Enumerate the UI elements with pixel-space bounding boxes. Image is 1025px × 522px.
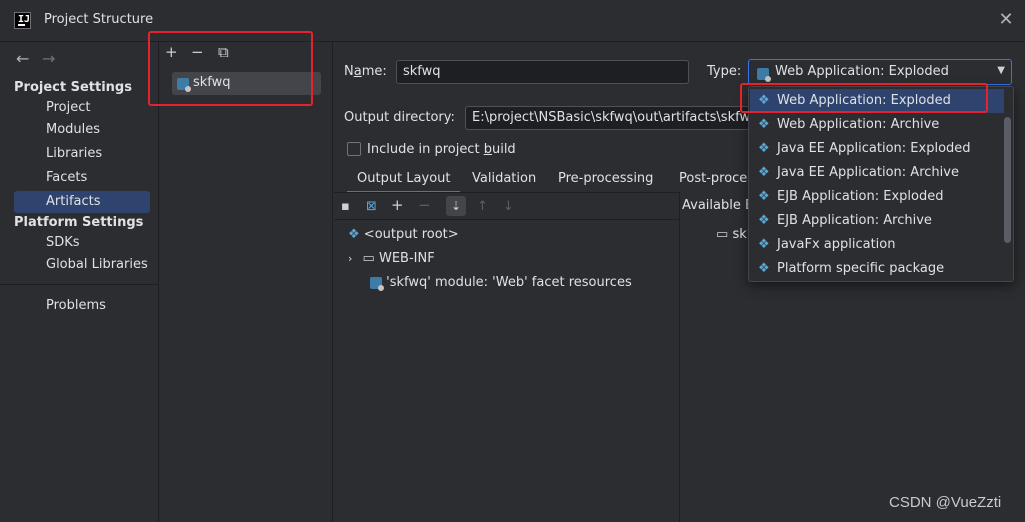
tab-validation[interactable]: Validation	[462, 165, 546, 193]
create-archive-icon[interactable]: ⊠	[366, 199, 377, 214]
tab-post-processing[interactable]: Post-proce	[669, 165, 757, 193]
tree-output-root[interactable]: ❖ <output root>	[348, 223, 459, 247]
diamond-icon: ❖	[348, 227, 360, 242]
web-module-icon: ❖	[758, 93, 770, 108]
nav-item-project[interactable]: Project	[14, 97, 150, 119]
folder-icon: ▭	[716, 227, 729, 242]
intellij-app-icon: IJ	[14, 12, 31, 29]
project-settings-header: Project Settings	[14, 80, 132, 95]
artifact-name: skfwq	[193, 75, 231, 90]
output-directory-label: Output directory:	[344, 110, 455, 125]
nav-item-sdks[interactable]: SDKs	[14, 232, 150, 254]
window-title: Project Structure	[44, 12, 154, 27]
title-bar: IJ Project Structure ✕	[0, 0, 1025, 42]
web-module-icon	[757, 66, 771, 82]
module-icon	[370, 276, 384, 291]
tree-facet-resources[interactable]: 'skfwq' module: 'Web' facet resources	[370, 271, 632, 295]
output-layout-toolbar: ▪ ⊠ + − ⇣ ↑ ↓	[334, 192, 679, 220]
artifact-list-item[interactable]: skfwq	[172, 72, 321, 95]
dropdown-option-web-exploded[interactable]: ❖ Web Application: Exploded	[750, 89, 1004, 113]
dropdown-option-ejb-archive[interactable]: ❖ EJB Application: Archive	[750, 209, 1004, 233]
new-directory-icon[interactable]: ▪	[341, 199, 350, 214]
nav-item-modules[interactable]: Modules	[14, 119, 150, 141]
dropdown-option-javaee-exploded[interactable]: ❖ Java EE Application: Exploded	[750, 137, 1004, 161]
type-select-value: Web Application: Exploded	[775, 64, 949, 79]
settings-nav: ← → Project Settings Project Modules Lib…	[0, 42, 159, 522]
add-artifact-icon[interactable]: +	[165, 43, 178, 61]
copy-artifact-icon[interactable]: ⧉	[218, 43, 229, 61]
layout-splitter[interactable]	[679, 192, 680, 522]
nav-item-facets[interactable]: Facets	[14, 167, 150, 189]
output-directory-input[interactable]: E:\project\NSBasic\skfwq\out\artifacts\s…	[465, 106, 750, 130]
watermark: CSDN @VueZzti	[889, 494, 1002, 511]
move-down-icon[interactable]: ↓	[503, 199, 514, 214]
platform-settings-header: Platform Settings	[14, 215, 144, 230]
add-copy-icon[interactable]: +	[391, 196, 404, 214]
move-up-icon[interactable]: ↑	[477, 199, 488, 214]
close-icon[interactable]: ✕	[996, 10, 1016, 30]
tab-pre-processing[interactable]: Pre-processing	[548, 165, 663, 193]
web-module-icon: ❖	[758, 117, 770, 132]
dropdown-scrollbar[interactable]	[1004, 117, 1011, 243]
javaee-icon: ❖	[758, 165, 770, 180]
diamond-icon: ❖	[758, 237, 770, 252]
ejb-icon: ❖	[758, 213, 770, 228]
dropdown-option-platform-package[interactable]: ❖ Platform specific package	[750, 257, 1004, 281]
name-input[interactable]: skfwq	[396, 60, 689, 84]
nav-item-problems[interactable]: Problems	[14, 295, 150, 317]
type-label: Type:	[707, 64, 742, 79]
diamond-icon: ❖	[758, 261, 770, 276]
nav-item-libraries[interactable]: Libraries	[14, 143, 150, 165]
nav-item-artifacts[interactable]: Artifacts	[14, 191, 150, 213]
dropdown-option-javaee-archive[interactable]: ❖ Java EE Application: Archive	[750, 161, 1004, 185]
back-arrow-icon[interactable]: ←	[16, 49, 29, 68]
include-in-build-label: Include in project build	[367, 142, 516, 157]
nav-item-global-libraries[interactable]: Global Libraries	[14, 254, 150, 276]
remove-artifact-icon[interactable]: −	[191, 43, 204, 61]
chevron-down-icon: ▼	[997, 65, 1005, 76]
tree-web-inf[interactable]: › ▭ WEB-INF	[348, 247, 435, 271]
forward-arrow-icon[interactable]: →	[42, 49, 55, 68]
artifact-list-panel: + − ⧉ skfwq	[160, 42, 333, 522]
folder-icon: ▭	[362, 251, 375, 266]
web-module-icon	[177, 76, 191, 92]
dropdown-option-web-archive[interactable]: ❖ Web Application: Archive	[750, 113, 1004, 137]
available-elements-label: Available E	[682, 198, 754, 213]
type-dropdown-popup: ❖ Web Application: Exploded ❖ Web Applic…	[748, 86, 1014, 282]
tab-output-layout[interactable]: Output Layout	[347, 165, 461, 193]
name-label: Name:	[344, 64, 387, 79]
available-item[interactable]: ▭ sk	[716, 223, 747, 247]
javaee-icon: ❖	[758, 141, 770, 156]
include-in-build-checkbox[interactable]	[347, 142, 361, 156]
chevron-right-icon[interactable]: ›	[348, 252, 352, 265]
remove-element-icon[interactable]: −	[418, 196, 431, 214]
nav-divider	[0, 284, 158, 285]
ejb-icon: ❖	[758, 189, 770, 204]
sort-icon[interactable]: ⇣	[446, 196, 466, 216]
type-select[interactable]: Web Application: Exploded ▼	[748, 59, 1012, 85]
dropdown-option-ejb-exploded[interactable]: ❖ EJB Application: Exploded	[750, 185, 1004, 209]
dropdown-option-javafx[interactable]: ❖ JavaFx application	[750, 233, 1004, 257]
